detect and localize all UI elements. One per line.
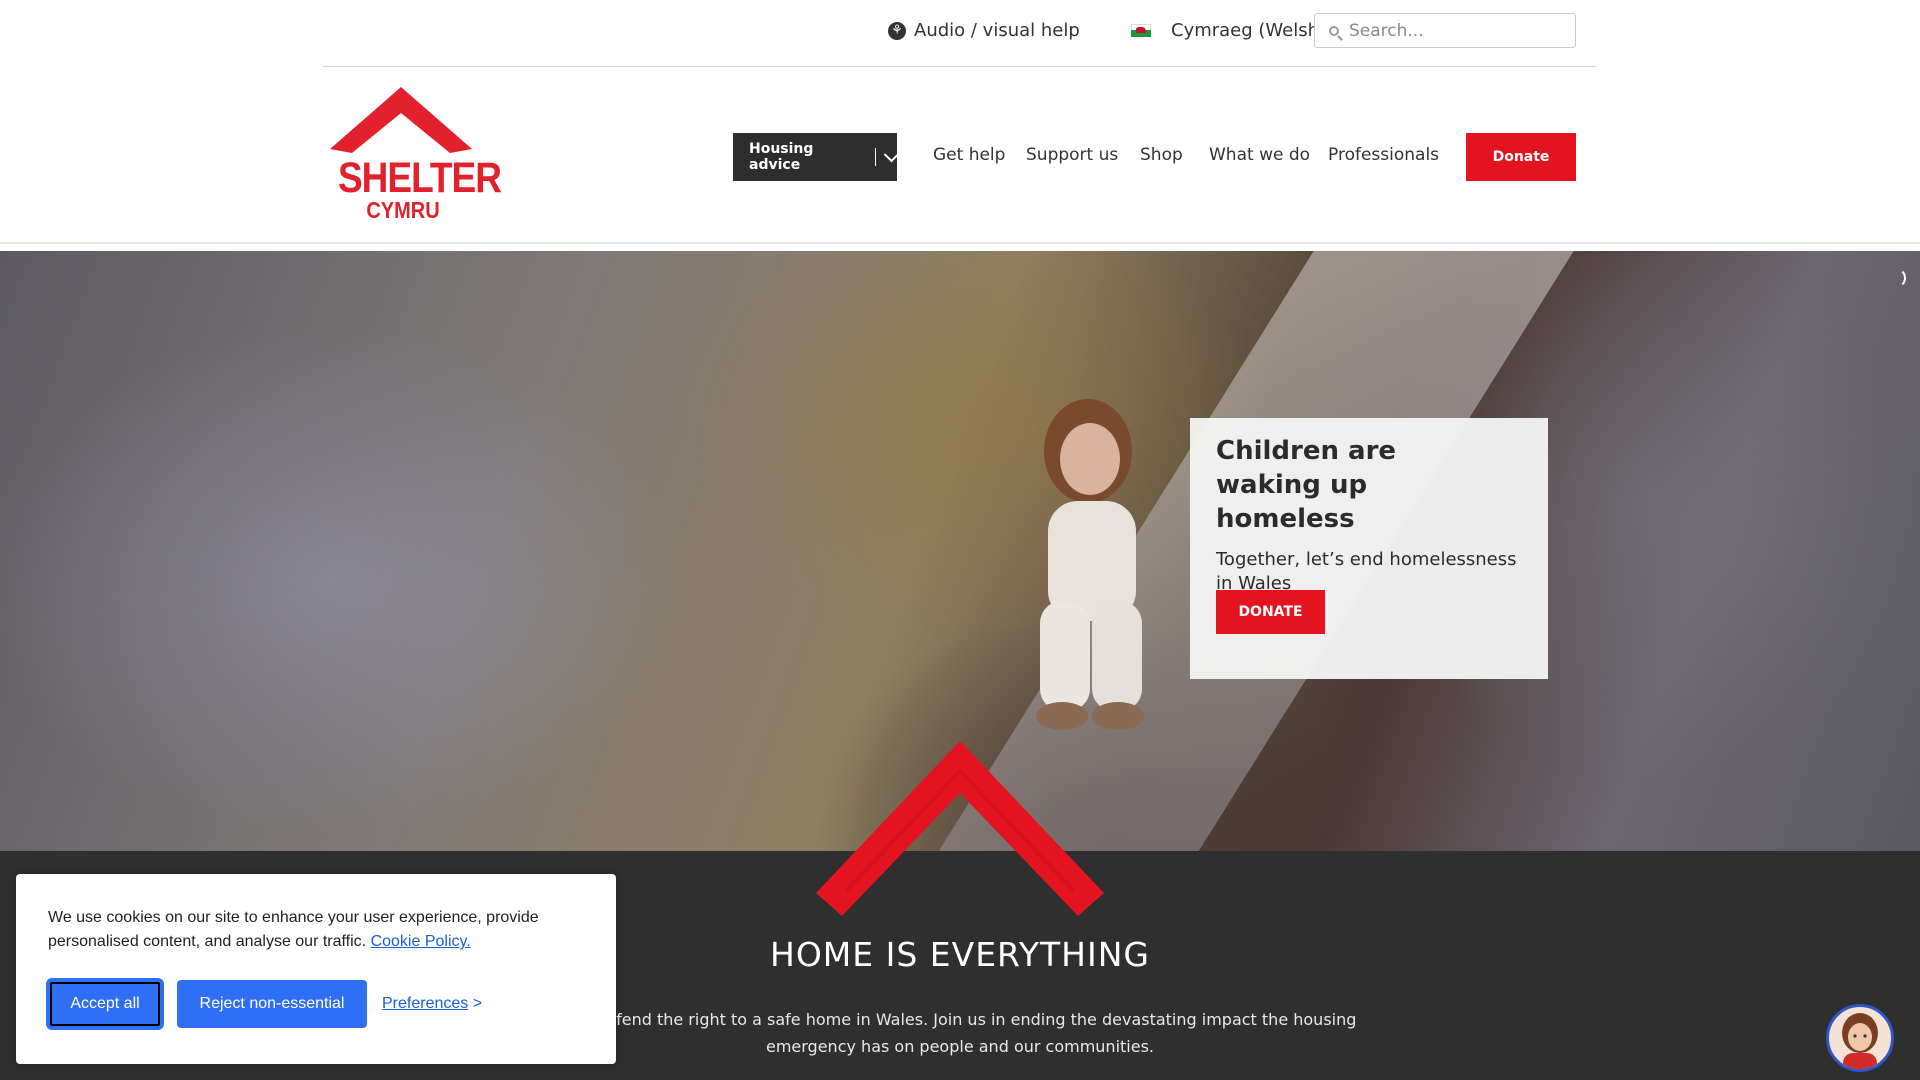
audio-visual-help-label: Audio / visual help bbox=[914, 20, 1080, 41]
header-donate-button[interactable]: Donate bbox=[1466, 133, 1576, 181]
loading-spinner-icon bbox=[1886, 268, 1906, 288]
logo-name: SHELTER bbox=[338, 153, 502, 201]
preferences-arrow: > bbox=[468, 995, 483, 1012]
search-icon bbox=[1329, 25, 1339, 36]
hero-donate-button[interactable]: DONATE bbox=[1216, 590, 1325, 634]
reject-non-essential-button[interactable]: Reject non-essential bbox=[177, 980, 367, 1028]
search-input[interactable] bbox=[1347, 19, 1551, 42]
cookie-banner: We use cookies on our site to enhance yo… bbox=[16, 874, 616, 1064]
utility-bar: ⚘ Audio / visual help Cymraeg (Welsh) bbox=[0, 0, 1920, 67]
audio-visual-help-link[interactable]: ⚘ Audio / visual help bbox=[888, 20, 1080, 41]
hero-title: Children are waking up homeless bbox=[1216, 436, 1397, 534]
hero-card: Children are waking up homeless Together… bbox=[1190, 418, 1548, 679]
housing-advice-menu-button[interactable]: Housing advice bbox=[733, 133, 900, 181]
nav-support-us[interactable]: Support us bbox=[1026, 145, 1118, 165]
nav-what-we-do[interactable]: What we do bbox=[1209, 145, 1310, 165]
hero-child-figure bbox=[1036, 399, 1144, 730]
logo-subname: CYMRU bbox=[366, 198, 440, 224]
chat-avatar-icon[interactable] bbox=[1826, 1004, 1894, 1072]
housing-advice-label: Housing advice bbox=[749, 141, 814, 173]
chevron-down-icon bbox=[883, 146, 900, 163]
preferences-label: Preferences bbox=[382, 995, 469, 1012]
nav-shop[interactable]: Shop bbox=[1140, 145, 1183, 165]
band-roof-icon bbox=[816, 741, 1104, 916]
preferences-link[interactable]: Preferences > bbox=[382, 995, 482, 1013]
band-text-line-2: emergency has on people and our communit… bbox=[765, 1037, 1154, 1056]
cookie-policy-link[interactable]: Cookie Policy. bbox=[371, 933, 471, 950]
hero-text: Together, let’s end homelessness in Wale… bbox=[1216, 549, 1517, 594]
nav-professionals[interactable]: Professionals bbox=[1328, 145, 1439, 165]
language-label: Cymraeg (Welsh) bbox=[1171, 20, 1327, 41]
band-text: t to defend the right to a safe home in … bbox=[560, 1006, 1360, 1060]
cookie-message: We use cookies on our site to enhance yo… bbox=[48, 906, 588, 954]
shelter-cymru-logo[interactable]: SHELTER CYMRU bbox=[330, 87, 502, 227]
accessibility-icon: ⚘ bbox=[888, 21, 906, 40]
band-text-line-1: t to defend the right to a safe home in … bbox=[563, 1010, 1357, 1029]
search-box[interactable] bbox=[1314, 13, 1576, 48]
button-separator bbox=[875, 148, 877, 166]
logo-roof-icon bbox=[330, 87, 472, 153]
main-header: SHELTER CYMRU Housing advice Get help Su… bbox=[0, 67, 1920, 244]
nav-get-help[interactable]: Get help bbox=[933, 145, 1005, 165]
chat-agent-illustration bbox=[1842, 1013, 1878, 1069]
welsh-flag-icon bbox=[1131, 24, 1151, 37]
language-switch-link[interactable]: Cymraeg (Welsh) bbox=[1131, 20, 1326, 41]
accept-all-button[interactable]: Accept all bbox=[48, 980, 162, 1028]
